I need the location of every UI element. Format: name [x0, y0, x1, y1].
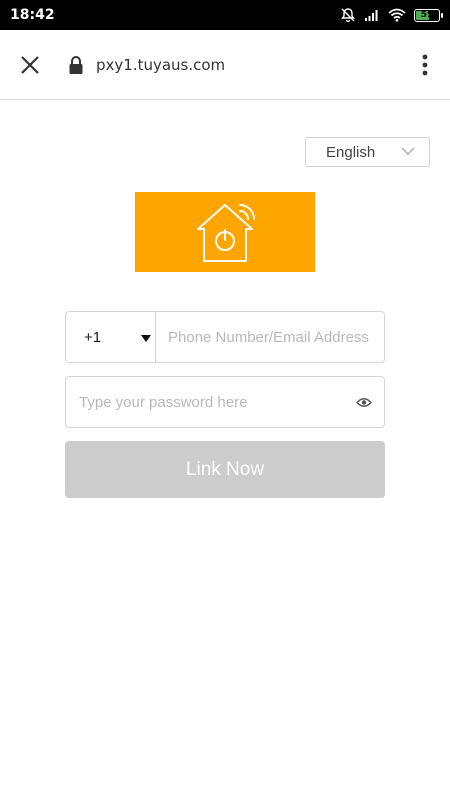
browser-toolbar: pxy1.tuyaus.com [0, 30, 450, 100]
alarm-off-icon [340, 7, 356, 23]
language-select-label: English [326, 143, 376, 161]
wifi-icon [388, 8, 406, 22]
chevron-down-icon [401, 147, 415, 155]
status-bar: 18:42 59 [0, 0, 450, 30]
account-input[interactable] [156, 312, 384, 362]
close-button[interactable] [0, 30, 60, 100]
more-vert-icon [422, 54, 428, 75]
link-now-button[interactable]: Link Now [65, 441, 385, 498]
country-code-select[interactable]: +1 [66, 312, 156, 362]
status-icons: 59 [340, 7, 443, 23]
toggle-password-visibility[interactable] [344, 377, 384, 427]
smart-home-power-icon [197, 204, 255, 262]
status-time: 18:42 [10, 7, 55, 23]
battery-level: 59 [420, 10, 434, 20]
url-bar[interactable]: pxy1.tuyaus.com [96, 56, 225, 74]
close-icon [21, 55, 39, 74]
caret-down-icon [141, 335, 151, 342]
password-input[interactable] [66, 377, 344, 427]
signal-icon [364, 8, 380, 22]
country-code-value: +1 [84, 328, 102, 346]
more-menu-button[interactable] [400, 30, 450, 100]
lock-icon [69, 55, 83, 74]
battery-icon: 59 [414, 8, 443, 22]
account-field: +1 [65, 311, 385, 363]
password-field [65, 376, 385, 428]
brand-logo [135, 192, 315, 272]
language-select[interactable]: English [305, 137, 430, 167]
eye-icon [356, 397, 372, 407]
